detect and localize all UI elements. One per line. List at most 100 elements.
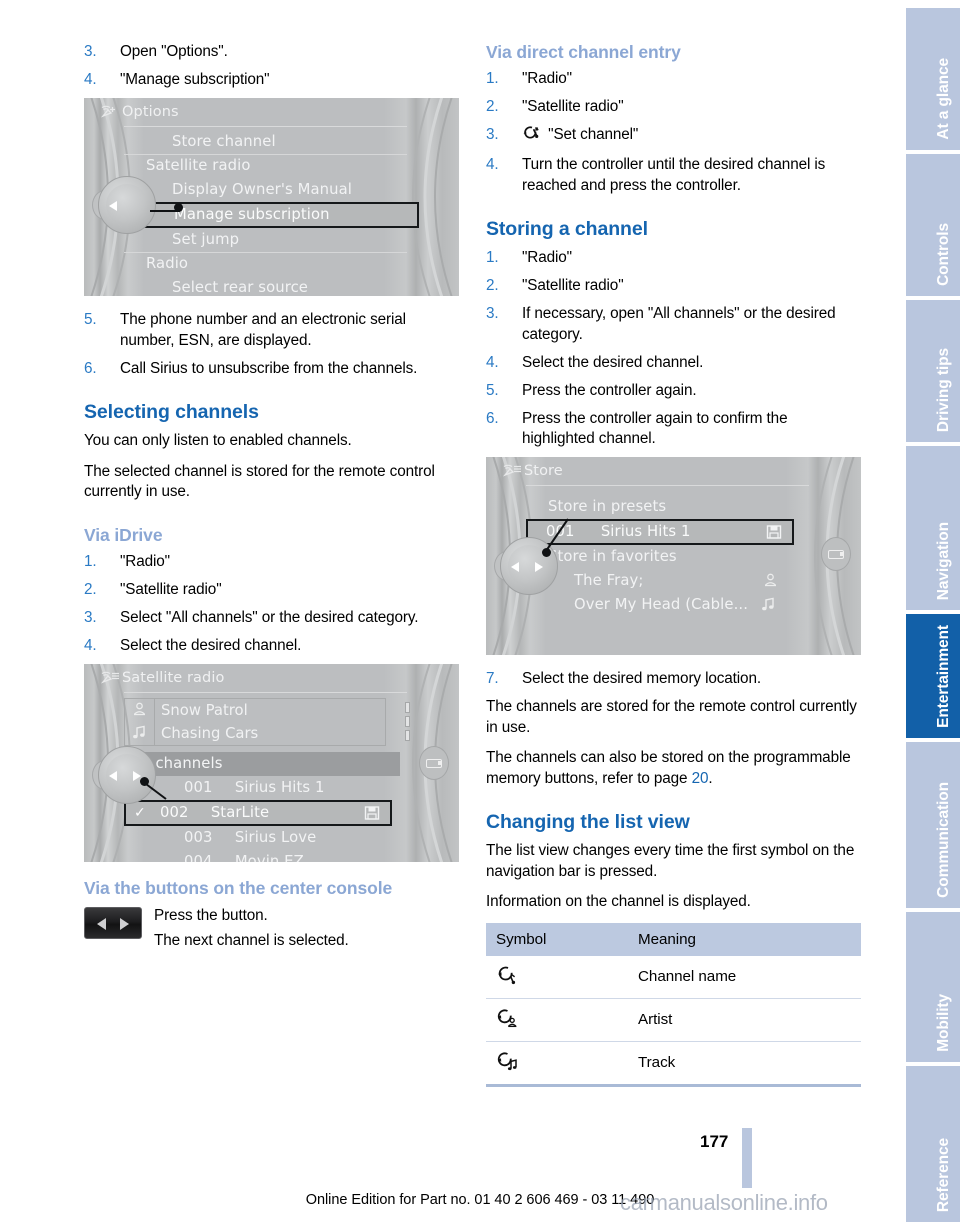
- step-number: 2.: [84, 580, 97, 598]
- artist-icon: [486, 998, 616, 1042]
- music-note-icon: [760, 596, 777, 621]
- step-text: "Satellite radio": [522, 98, 624, 115]
- menu-item-display-owners-manual[interactable]: Display Owner's Manual: [124, 178, 419, 202]
- sidebar-tab-at-a-glance[interactable]: At a glance: [906, 8, 960, 150]
- step-text: "Satellite radio": [522, 277, 624, 294]
- tab-label: At a glance: [935, 58, 952, 140]
- scrollbar-indicator[interactable]: [405, 701, 411, 744]
- knob-left-arrow-icon: [109, 770, 117, 781]
- screen-title-text: Store: [524, 463, 563, 479]
- knob-right-arrow-icon: [535, 562, 543, 572]
- idrive-controller-knob[interactable]: [92, 745, 156, 810]
- menu-item-manage-subscription[interactable]: Manage subscription: [124, 202, 419, 228]
- knob-left-arrow-icon: [109, 201, 117, 211]
- step-number: 7.: [486, 670, 499, 687]
- step-text: "Satellite radio": [120, 580, 222, 598]
- table-cell-meaning: Channel name: [616, 955, 861, 999]
- page-number: 177: [700, 1132, 729, 1151]
- step-number: 3.: [84, 608, 97, 626]
- favorite-row-track[interactable]: Over My Head (Cable...: [526, 593, 821, 617]
- memory-buttons-text: The channels can also be stored on the p…: [486, 749, 851, 787]
- figure-idrive-options: Options Store channel Satellite radio Di…: [84, 98, 459, 296]
- idrive-controller-knob[interactable]: [92, 176, 156, 240]
- list-item: 3. Open "Options".: [84, 42, 459, 63]
- idrive-controller-knob[interactable]: [494, 537, 558, 601]
- menu-item-satellite-radio[interactable]: Satellite radio: [124, 154, 419, 178]
- channel-number: 002: [160, 803, 189, 821]
- step-text: "Radio": [120, 552, 170, 570]
- list-item: 7. Select the desired memory location.: [486, 669, 861, 690]
- column-header-symbol: Symbol: [486, 922, 616, 956]
- screen-title-divider: [124, 691, 407, 693]
- step-number: 6.: [84, 359, 97, 377]
- channel-name: Movin EZ: [234, 852, 304, 862]
- right-column: Via direct channel entry 1. "Radio" 2. "…: [486, 42, 861, 1087]
- list-item: 1. "Radio": [486, 248, 861, 269]
- step-number: 4.: [486, 353, 499, 371]
- step-number: 2.: [486, 277, 499, 294]
- screen-title-text: Satellite radio: [122, 669, 225, 686]
- seek-prev-next-button[interactable]: [84, 906, 142, 939]
- step-text: "Manage subscription": [120, 71, 270, 88]
- console-line-2: The next channel is selected.: [154, 931, 349, 949]
- left-column: 3. Open "Options". 4. "Manage subscripti…: [84, 42, 459, 955]
- channel-row[interactable]: 001 Sirius Hits 1: [124, 776, 419, 800]
- preset-name: Sirius Hits 1: [600, 523, 691, 540]
- list-band-all-channels[interactable]: All channels: [124, 751, 400, 776]
- steps-via-idrive: 1. "Radio" 2. "Satellite radio" 3. Selec…: [84, 552, 459, 657]
- sidebar-tab-driving-tips[interactable]: Driving tips: [906, 300, 960, 442]
- set-channel-icon: [522, 125, 540, 148]
- tab-label: Entertainment: [935, 625, 952, 728]
- page-reference-link[interactable]: 20: [692, 770, 709, 787]
- step-text: Select the desired channel.: [120, 636, 302, 654]
- menu-item-set-jump[interactable]: Set jump: [124, 228, 419, 252]
- channel-name: StarLite: [210, 803, 270, 821]
- channel-row[interactable]: 004 Movin EZ: [124, 850, 419, 862]
- step-text: "Set channel": [548, 126, 639, 143]
- step-text: Select the desired memory location.: [522, 670, 761, 687]
- heading-direct-channel-entry: Via direct channel entry: [486, 42, 681, 62]
- favorite-label: The Fray;: [574, 572, 644, 589]
- sidebar-tab-mobility[interactable]: Mobility: [906, 912, 960, 1062]
- step-text: Press the controller again to confirm th…: [522, 409, 788, 448]
- paragraph-list-view: The list view changes every time the fir…: [486, 842, 855, 880]
- knob-right-arrow-icon: [133, 770, 141, 781]
- back-button-icon[interactable]: [419, 745, 449, 780]
- step-text: Select the desired channel.: [522, 353, 704, 371]
- sidebar-tab-controls[interactable]: Controls: [906, 154, 960, 296]
- menu-item-select-rear-source[interactable]: Select rear source: [124, 276, 419, 296]
- channel-list: All channels 001 Sirius Hits 1 ✓ 002 Sta…: [124, 751, 419, 862]
- channel-row[interactable]: 003 Sirius Love: [124, 826, 419, 850]
- tab-label: Controls: [935, 223, 952, 286]
- list-item: 5. Press the controller again.: [486, 381, 861, 402]
- sidebar-tab-entertainment[interactable]: Entertainment: [906, 614, 960, 738]
- menu-item-label: Radio: [146, 255, 189, 272]
- back-button-icon[interactable]: [821, 537, 851, 571]
- list-item: 2. "Satellite radio": [486, 276, 861, 297]
- console-text: Press the button. The next channel is se…: [154, 905, 349, 955]
- heading-via-idrive: Via iDrive: [84, 524, 163, 545]
- list-item: 6. Call Sirius to unsubscribe from the c…: [84, 359, 459, 380]
- screen-title-divider: [526, 485, 809, 486]
- step-number: 2.: [486, 98, 499, 115]
- step-number: 3.: [486, 305, 499, 322]
- screen-title-text: Options: [122, 104, 179, 120]
- sidebar-tab-navigation[interactable]: Navigation: [906, 446, 960, 610]
- favorite-label: Over My Head (Cable...: [574, 596, 749, 613]
- step-text: Press the controller again.: [522, 381, 697, 399]
- step-text: Select "All channels" or the desired cat…: [120, 608, 419, 626]
- tab-label: Mobility: [935, 994, 952, 1052]
- step-number: 1.: [486, 70, 499, 87]
- channel-row-selected[interactable]: ✓ 002 StarLite: [124, 799, 392, 826]
- tab-label: Communication: [935, 782, 952, 898]
- menu-item-store-channel[interactable]: Store channel: [124, 130, 419, 154]
- table-cell-meaning: Track: [616, 1041, 861, 1087]
- menu-item-radio[interactable]: Radio: [124, 252, 419, 276]
- sidebar-tab-communication[interactable]: Communication: [906, 742, 960, 908]
- list-item: 5. The phone number and an electronic se…: [84, 310, 459, 351]
- favorite-row-artist[interactable]: The Fray;: [526, 569, 821, 593]
- paragraph-enabled-channels: You can only listen to enabled channels.: [84, 432, 352, 449]
- step-text: "Radio": [522, 70, 572, 87]
- preset-row-selected[interactable]: 001 Sirius Hits 1: [526, 519, 794, 545]
- channel-name-icon: [486, 955, 616, 999]
